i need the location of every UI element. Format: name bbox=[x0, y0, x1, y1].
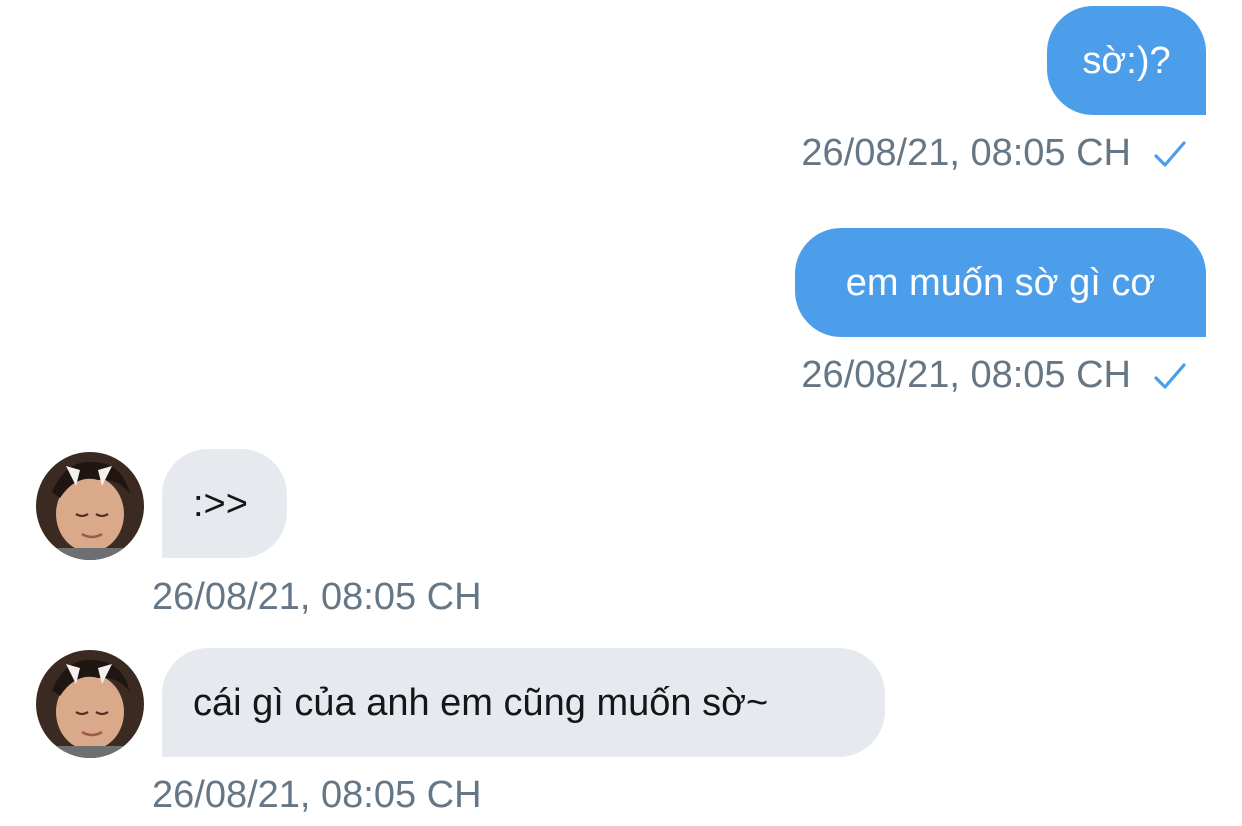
check-icon bbox=[1153, 360, 1187, 390]
message-text: em muốn sờ gì cơ bbox=[845, 261, 1156, 304]
message-bubble-outgoing[interactable]: sờ:)? bbox=[1047, 6, 1206, 115]
message-meta: 26/08/21, 08:05 CH bbox=[152, 578, 482, 616]
message-meta: 26/08/21, 08:05 CH bbox=[801, 356, 1187, 394]
check-icon bbox=[1153, 138, 1187, 168]
message-meta: 26/08/21, 08:05 CH bbox=[801, 134, 1187, 172]
message-timestamp: 26/08/21, 08:05 CH bbox=[801, 354, 1131, 396]
message-bubble-outgoing[interactable]: em muốn sờ gì cơ bbox=[795, 228, 1206, 337]
message-timestamp: 26/08/21, 08:05 CH bbox=[152, 576, 482, 618]
message-meta: 26/08/21, 08:05 CH bbox=[152, 776, 482, 814]
message-bubble-incoming[interactable]: cái gì của anh em cũng muốn sờ~ bbox=[162, 648, 885, 757]
avatar[interactable] bbox=[36, 452, 144, 560]
conversation-thread: sờ:)? 26/08/21, 08:05 CH em muốn sờ gì c… bbox=[0, 0, 1242, 826]
message-bubble-incoming[interactable]: :>> bbox=[162, 449, 287, 558]
message-text: :>> bbox=[193, 482, 248, 525]
message-text: cái gì của anh em cũng muốn sờ~ bbox=[193, 681, 769, 724]
message-text: sờ:)? bbox=[1082, 39, 1171, 82]
message-timestamp: 26/08/21, 08:05 CH bbox=[801, 132, 1131, 174]
message-timestamp: 26/08/21, 08:05 CH bbox=[152, 774, 482, 816]
avatar[interactable] bbox=[36, 650, 144, 758]
